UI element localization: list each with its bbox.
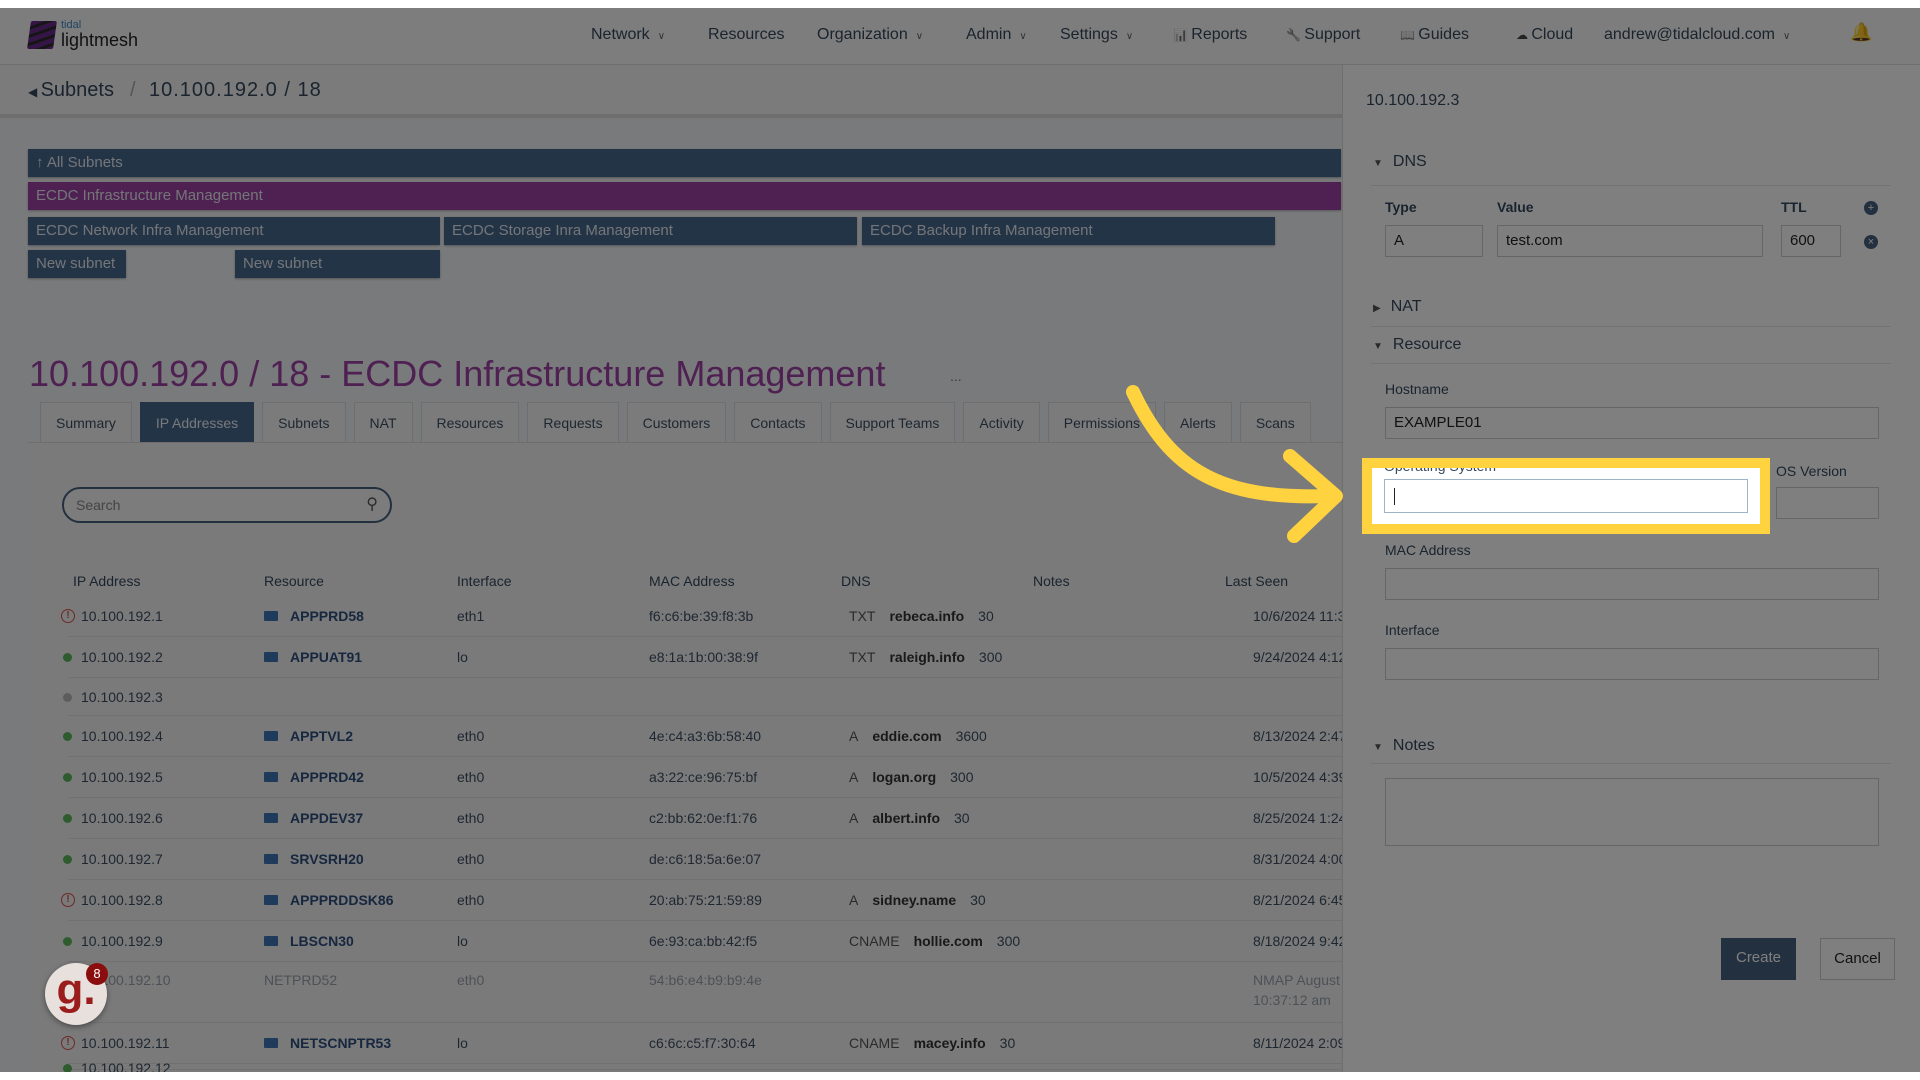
highlight-arrow-icon	[1126, 385, 1343, 543]
